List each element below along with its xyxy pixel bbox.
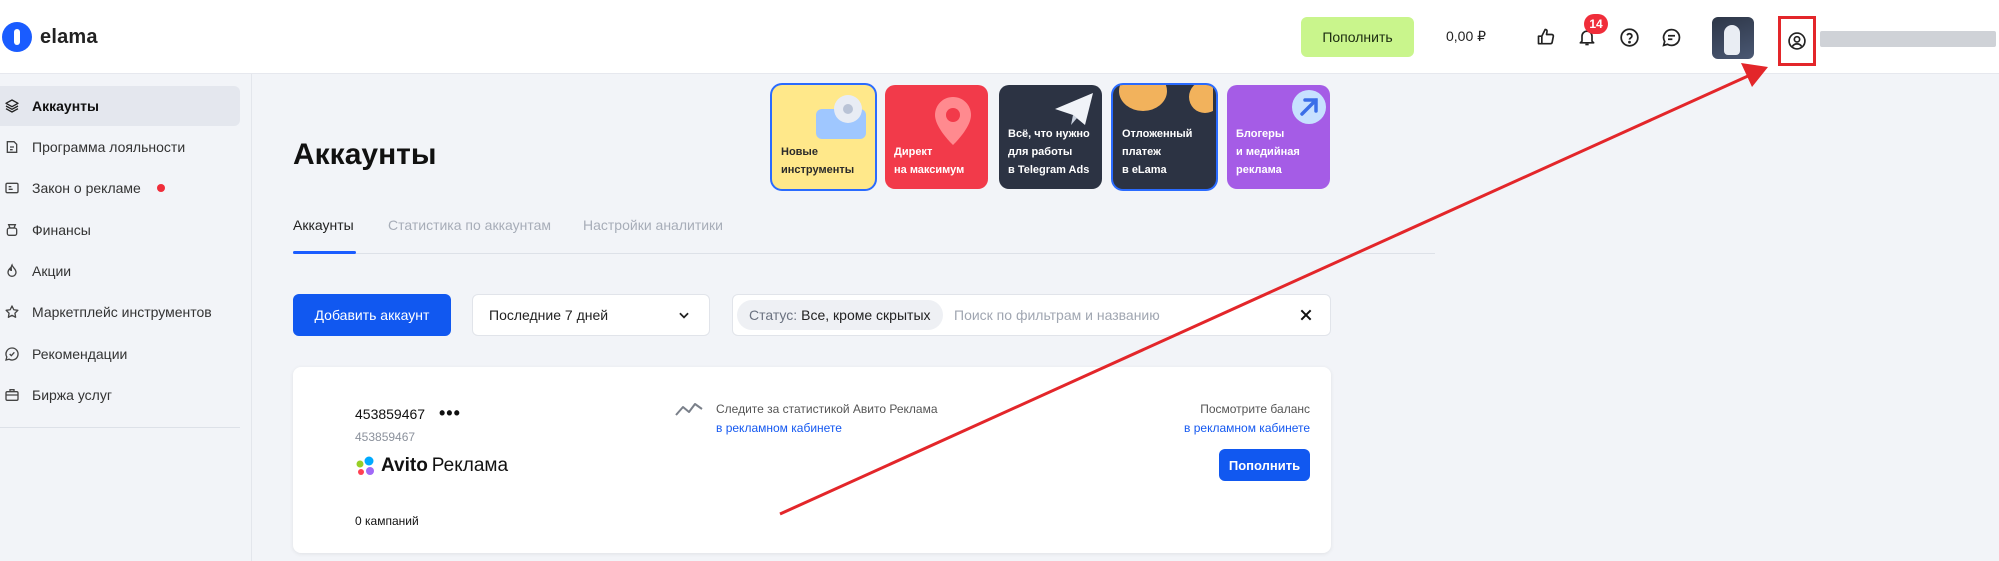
project-avatar[interactable]	[1712, 17, 1754, 59]
tab-account-stats[interactable]: Статистика по аккаунтам	[388, 217, 551, 233]
balance-cabinet-link[interactable]: в рекламном кабинете	[1184, 419, 1310, 438]
close-icon[interactable]	[1298, 307, 1314, 323]
elama-logo-icon	[2, 22, 32, 52]
add-account-button[interactable]: Добавить аккаунт	[293, 294, 451, 336]
sidebar-item-label: Акции	[32, 263, 72, 279]
sidebar-item-marketplace[interactable]: Маркетплейс инструментов	[0, 292, 240, 332]
banner-bloggers-media[interactable]: Блогеры и медийная реклама	[1227, 85, 1330, 189]
banner-telegram-ads[interactable]: Всё, что нужно для работы в Telegram Ads	[999, 85, 1102, 189]
avito-ads-logo: Avito Реклама	[355, 455, 508, 477]
chevron-down-icon	[679, 312, 689, 319]
help-icon[interactable]	[1616, 24, 1642, 50]
account-id[interactable]: 453859467	[355, 406, 425, 422]
sidebar-item-label: Биржа услуг	[32, 387, 112, 403]
stats-hint-text: Следите за статистикой Авито Реклама	[716, 402, 938, 416]
gear-icon	[816, 95, 866, 139]
logo[interactable]: elama	[2, 22, 98, 52]
balance-hint-text: Посмотрите баланс	[1200, 402, 1310, 416]
top-header: elama Пополнить 0,00 ₽ 14	[0, 0, 1999, 74]
banner-deferred-payment[interactable]: Отложенный платеж в eLama	[1113, 85, 1216, 189]
sidebar-item-label: Рекомендации	[32, 346, 128, 362]
page-title: Аккаунты	[293, 138, 437, 171]
sidebar-item-label: Закон о рекламе	[32, 180, 141, 196]
status-filter-chip[interactable]: Статус: Все, кроме скрытых	[737, 300, 943, 330]
filter-search-field[interactable]: Статус: Все, кроме скрытых Поиск по филь…	[732, 294, 1331, 336]
tabs: Аккаунты Статистика по аккаунтам Настрой…	[293, 214, 1435, 254]
avito-brand-text: Avito	[381, 455, 428, 476]
user-name-redacted	[1820, 31, 1996, 47]
account-card: 453859467 ••• 453859467 Avito Реклама 0 …	[293, 367, 1331, 553]
sidebar-item-promos[interactable]: Акции	[0, 251, 240, 291]
stats-cabinet-link[interactable]: в рекламном кабинете	[716, 419, 938, 438]
active-tab-indicator	[293, 251, 356, 254]
notifications-badge: 14	[1584, 14, 1608, 34]
wallet-icon	[6, 224, 18, 236]
user-circle-icon	[1788, 32, 1806, 50]
avito-product-text: Реклама	[431, 455, 509, 476]
briefcase-icon	[5, 389, 19, 401]
period-value: Последние 7 дней	[489, 307, 609, 323]
sidebar-item-services-exchange[interactable]: Биржа услуг	[0, 375, 240, 415]
chat-icon[interactable]	[1658, 24, 1684, 50]
balance-hint: Посмотрите баланс в рекламном кабинете	[1184, 400, 1310, 438]
banner-new-tools[interactable]: Новые инструменты	[772, 85, 875, 189]
star-icon	[5, 305, 19, 318]
paper-plane-icon	[1055, 93, 1093, 125]
sidebar: Аккаунты Программа лояльности Закон о ре…	[0, 74, 252, 561]
tab-accounts[interactable]: Аккаунты	[293, 217, 354, 233]
sidebar-item-ad-law[interactable]: Закон о рекламе	[0, 168, 240, 208]
sidebar-item-label: Маркетплейс инструментов	[32, 304, 212, 320]
fire-icon	[7, 263, 17, 277]
sidebar-item-accounts[interactable]: Аккаунты	[0, 86, 240, 126]
period-select[interactable]: Последние 7 дней	[472, 294, 710, 336]
banner-direct[interactable]: Директ на максимум	[885, 85, 988, 189]
account-topup-button[interactable]: Пополнить	[1219, 449, 1310, 481]
map-pin-icon	[935, 97, 971, 145]
sidebar-item-loyalty[interactable]: Программа лояльности	[0, 127, 240, 167]
arrow-up-right-icon	[1292, 90, 1326, 124]
tab-analytics-settings[interactable]: Настройки аналитики	[583, 217, 723, 233]
layers-icon	[5, 99, 19, 113]
balance-amount: 0,00 ₽	[1446, 28, 1487, 44]
coins-icon	[1119, 85, 1213, 113]
sidebar-item-finance[interactable]: Финансы	[0, 210, 240, 250]
user-profile-button[interactable]	[1778, 16, 1816, 66]
status-filter-value: Все, кроме скрытых	[801, 307, 931, 323]
account-login: 453859467	[355, 430, 416, 444]
sidebar-item-recommendations[interactable]: Рекомендации	[0, 334, 240, 374]
trend-line-icon	[675, 403, 703, 416]
like-icon[interactable]	[1533, 24, 1559, 50]
avito-dots-icon	[356, 456, 374, 475]
logo-text: elama	[40, 25, 98, 48]
loyalty-icon	[6, 141, 18, 153]
sidebar-item-label: Финансы	[32, 222, 91, 238]
sidebar-item-label: Программа лояльности	[32, 139, 186, 155]
search-placeholder: Поиск по фильтрам и названию	[954, 307, 1160, 323]
account-menu-button[interactable]: •••	[439, 403, 461, 424]
topup-button[interactable]: Пополнить	[1301, 17, 1414, 57]
status-filter-key: Статус:	[749, 307, 798, 323]
sidebar-item-label: Аккаунты	[32, 98, 99, 114]
chat-check-icon	[5, 347, 19, 361]
campaigns-count: 0 кампаний	[355, 514, 419, 528]
id-card-icon	[5, 182, 19, 194]
alert-dot	[156, 184, 165, 192]
sidebar-divider	[0, 427, 240, 428]
stats-hint: Следите за статистикой Авито Реклама в р…	[716, 400, 938, 438]
